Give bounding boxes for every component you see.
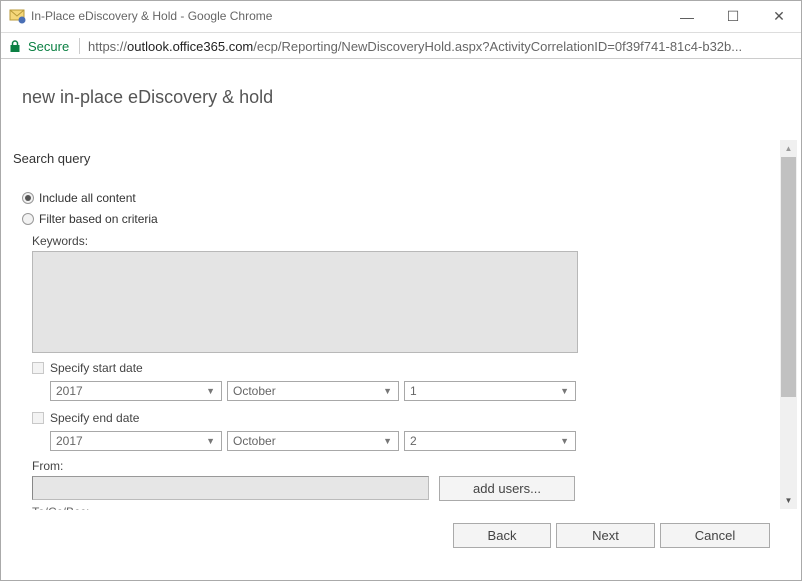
start-date-label: Specify start date <box>50 361 143 375</box>
address-separator <box>79 38 80 54</box>
start-day-value: 1 <box>410 384 417 398</box>
chevron-down-icon: ▼ <box>560 436 569 446</box>
radio-label: Include all content <box>39 191 136 205</box>
keywords-label: Keywords: <box>32 234 89 248</box>
cancel-button[interactable]: Cancel <box>660 523 770 548</box>
back-button[interactable]: Back <box>453 523 551 548</box>
minimize-icon: — <box>680 8 694 25</box>
radio-label: Filter based on criteria <box>39 212 158 226</box>
minimize-button[interactable]: — <box>664 1 710 32</box>
scroll-up-icon[interactable]: ▲ <box>780 140 797 157</box>
chevron-down-icon: ▼ <box>206 436 215 446</box>
start-month-select[interactable]: October ▼ <box>227 381 399 401</box>
address-bar[interactable]: Secure https://outlook.office365.com/ecp… <box>1 32 801 59</box>
page-title: new in-place eDiscovery & hold <box>22 87 274 107</box>
vertical-scrollbar[interactable]: ▲ ▼ <box>780 140 797 509</box>
section-title: Search query <box>13 151 91 166</box>
specify-start-date-checkbox-row[interactable]: Specify start date <box>32 361 143 375</box>
start-year-select[interactable]: 2017 ▼ <box>50 381 222 401</box>
url-path: /ecp/Reporting/NewDiscoveryHold.aspx?Act… <box>253 39 743 54</box>
from-label: From: <box>32 459 64 473</box>
lock-icon <box>10 40 20 52</box>
start-day-select[interactable]: 1 ▼ <box>404 381 576 401</box>
url-host: outlook.office365.com <box>127 39 254 54</box>
to-cc-bcc-label: To/Cc/Bcc: <box>32 504 89 510</box>
end-year-value: 2017 <box>56 434 83 448</box>
to-cc-bcc-label-text: To/Cc/Bcc: <box>32 506 89 510</box>
start-month-value: October <box>233 384 276 398</box>
window-title: In-Place eDiscovery & Hold - Google Chro… <box>31 9 273 23</box>
close-icon: ✕ <box>773 8 785 24</box>
radio-filter-criteria[interactable]: Filter based on criteria <box>22 212 158 226</box>
url-scheme: https:// <box>88 39 128 54</box>
secure-label: Secure <box>28 39 70 54</box>
scroll-thumb[interactable] <box>781 157 796 397</box>
browser-window: In-Place eDiscovery & Hold - Google Chro… <box>0 0 802 581</box>
end-date-label: Specify end date <box>50 411 140 425</box>
chevron-down-icon: ▼ <box>383 386 392 396</box>
end-day-select[interactable]: 2 ▼ <box>404 431 576 451</box>
start-year-value: 2017 <box>56 384 83 398</box>
radio-checked-icon[interactable] <box>22 192 34 204</box>
title-bar: In-Place eDiscovery & Hold - Google Chro… <box>1 1 801 32</box>
end-month-value: October <box>233 434 276 448</box>
chevron-down-icon: ▼ <box>383 436 392 446</box>
end-date-checkbox[interactable] <box>32 412 44 424</box>
specify-end-date-checkbox-row[interactable]: Specify end date <box>32 411 139 425</box>
radio-include-all-content[interactable]: Include all content <box>22 191 136 205</box>
url-text[interactable]: https://outlook.office365.com/ecp/Report… <box>88 39 742 54</box>
envelope-app-icon <box>9 9 26 24</box>
end-year-select[interactable]: 2017 ▼ <box>50 431 222 451</box>
scroll-down-icon[interactable]: ▼ <box>780 492 797 509</box>
maximize-button[interactable]: ☐ <box>710 1 756 32</box>
end-month-select[interactable]: October ▼ <box>227 431 399 451</box>
close-button[interactable]: ✕ <box>756 1 802 32</box>
from-input[interactable] <box>32 476 429 500</box>
chevron-down-icon: ▼ <box>560 386 569 396</box>
maximize-icon: ☐ <box>726 8 740 24</box>
next-button[interactable]: Next <box>556 523 655 548</box>
add-users-button[interactable]: add users... <box>439 476 575 501</box>
radio-unchecked-icon[interactable] <box>22 213 34 225</box>
start-date-checkbox[interactable] <box>32 362 44 374</box>
keywords-textarea[interactable] <box>32 251 578 353</box>
chevron-down-icon: ▼ <box>206 386 215 396</box>
end-day-value: 2 <box>410 434 417 448</box>
